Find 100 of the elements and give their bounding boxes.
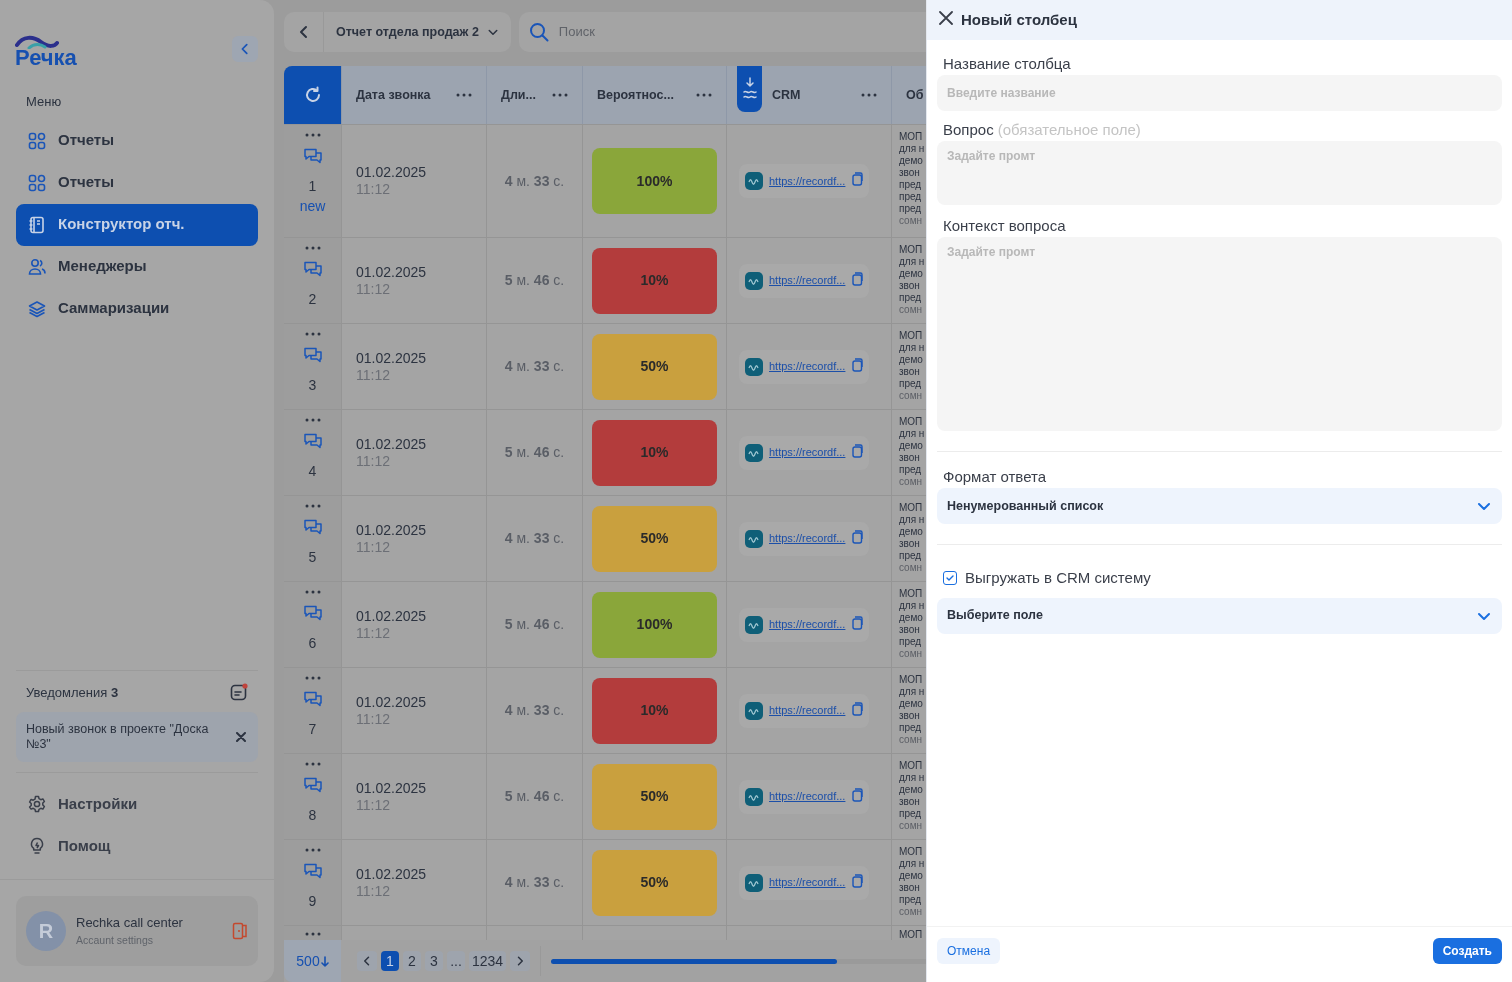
copy-icon: [851, 873, 864, 888]
arrow-down-waves-icon: [742, 77, 757, 101]
cell-text: МОП для н демо звон пред пред пред: [899, 131, 925, 215]
cell-text-more: сомн: [899, 215, 923, 227]
sidebar-item[interactable]: Отчеты: [16, 161, 258, 204]
input-field[interactable]: Введите название: [937, 75, 1502, 111]
page-button[interactable]: 1: [381, 951, 399, 971]
more-icon[interactable]: [304, 133, 321, 137]
crm-link[interactable]: https://recordf...: [769, 358, 846, 375]
sidebar-item[interactable]: Настройки: [16, 783, 258, 825]
cancel-button[interactable]: Отмена: [937, 937, 1001, 964]
previous-page-button[interactable]: [357, 951, 377, 971]
column-header[interactable]: CRM: [726, 66, 891, 124]
page-button[interactable]: 3: [425, 951, 443, 971]
more-icon[interactable]: [304, 762, 321, 766]
crm-link[interactable]: https://recordf...: [769, 530, 846, 547]
more-icon[interactable]: [304, 848, 321, 852]
column-header[interactable]: Вероятнос...: [582, 66, 726, 124]
logo-text: Речка: [15, 47, 77, 69]
call-date: 01.02.2025: [356, 693, 427, 711]
collapse-button[interactable]: [232, 36, 258, 62]
arrow-down-icon: [320, 955, 329, 967]
select-field[interactable]: Ненумерованный список: [937, 488, 1502, 524]
call-date: 01.02.2025: [356, 164, 427, 181]
page-button[interactable]: 2: [403, 951, 421, 971]
chat-icon: [303, 691, 322, 707]
sidebar-item[interactable]: Саммаризации: [16, 287, 258, 330]
chat-icon: [303, 863, 322, 879]
search-icon: [528, 22, 549, 42]
more-icon[interactable]: [304, 590, 321, 594]
textarea-field[interactable]: Задайте промт: [937, 237, 1502, 431]
crm-link[interactable]: https://recordf...: [769, 172, 846, 190]
chat-icon: [303, 261, 322, 277]
row-number: 8: [308, 806, 317, 824]
chat-icon: [303, 519, 322, 535]
close-icon: [236, 732, 246, 742]
more-icon[interactable]: [696, 93, 712, 97]
select-field[interactable]: Выберите поле: [937, 597, 1502, 634]
more-icon[interactable]: [456, 93, 472, 97]
crm-link[interactable]: https://recordf...: [769, 616, 846, 633]
sidebar-item[interactable]: Конструктор отч.: [16, 203, 258, 246]
cell-text: МОП для н демо звон пред: [899, 846, 925, 906]
checkmark-icon: [946, 575, 954, 582]
crm-link[interactable]: https://recordf...: [769, 874, 846, 891]
call-time: 11:12: [356, 624, 391, 642]
refresh-button[interactable]: [284, 66, 341, 124]
call-time: 11:12: [356, 538, 391, 556]
chat-icon: [303, 433, 322, 449]
probability-badge: 50%: [592, 849, 717, 916]
column-header[interactable]: Об: [891, 66, 926, 124]
search-input[interactable]: Поиск: [558, 22, 926, 42]
more-icon[interactable]: [552, 93, 568, 97]
field-label: Вопрос: [943, 121, 994, 139]
call-time: 11:12: [356, 280, 391, 298]
users-icon: [28, 257, 46, 276]
cell-text-more: сомн: [899, 304, 923, 316]
close-button[interactable]: [234, 730, 248, 744]
row-number: 9: [308, 892, 317, 910]
next-page-button[interactable]: [510, 951, 531, 971]
more-icon[interactable]: [304, 418, 321, 422]
call-time: 11:12: [356, 796, 391, 814]
chat-icon: [303, 347, 322, 363]
horizontal-scrollbar[interactable]: [551, 958, 926, 964]
column-header[interactable]: Дата звонка: [341, 66, 486, 124]
crm-link[interactable]: https://recordf...: [769, 788, 846, 805]
call-duration: 4 м. 33 с.: [504, 701, 565, 720]
field-label: Формат ответа: [942, 468, 1048, 486]
sidebar-item[interactable]: Отчеты: [16, 119, 258, 162]
copy-icon: [851, 443, 864, 458]
more-icon[interactable]: [861, 93, 877, 97]
more-icon[interactable]: [304, 676, 321, 680]
page-button[interactable]: ...: [447, 951, 465, 971]
sidebar-item[interactable]: Менеджеры: [16, 245, 258, 288]
probability-badge: 100%: [592, 591, 717, 658]
cell-text-more: сомн: [899, 476, 923, 488]
textarea-field[interactable]: Задайте промт: [937, 141, 1502, 205]
page-size-button[interactable]: 500: [284, 940, 341, 982]
create-button[interactable]: Создать: [1432, 937, 1502, 964]
crm-export-tab[interactable]: [737, 66, 762, 112]
new-label: new: [299, 197, 326, 216]
page-button[interactable]: 1234: [469, 951, 507, 971]
call-duration: 4 м. 33 с.: [504, 873, 565, 892]
crm-link[interactable]: https://recordf...: [769, 272, 846, 289]
report-dropdown[interactable]: Отчет отдела продаж 2: [324, 12, 511, 52]
copy-icon: [851, 787, 864, 802]
account-card[interactable]: R Rechka call center Accaunt settings: [16, 896, 258, 966]
more-icon[interactable]: [304, 332, 321, 336]
cell-text-more: сомн: [899, 734, 923, 746]
cell-text: МОП для н демо звон пред: [899, 416, 925, 476]
more-icon[interactable]: [304, 246, 321, 250]
column-header[interactable]: Дли...: [486, 66, 582, 124]
probability-badge: 100%: [592, 148, 717, 214]
search-field[interactable]: Поиск: [518, 12, 926, 52]
sidebar-item[interactable]: Помощ: [16, 825, 258, 867]
notification-text: Новый звонок в проекте "Доска №3": [26, 722, 210, 752]
checkbox[interactable]: [943, 571, 957, 586]
crm-link[interactable]: https://recordf...: [769, 444, 846, 461]
more-icon[interactable]: [304, 932, 321, 936]
crm-link[interactable]: https://recordf...: [769, 702, 846, 719]
more-icon[interactable]: [304, 504, 321, 508]
